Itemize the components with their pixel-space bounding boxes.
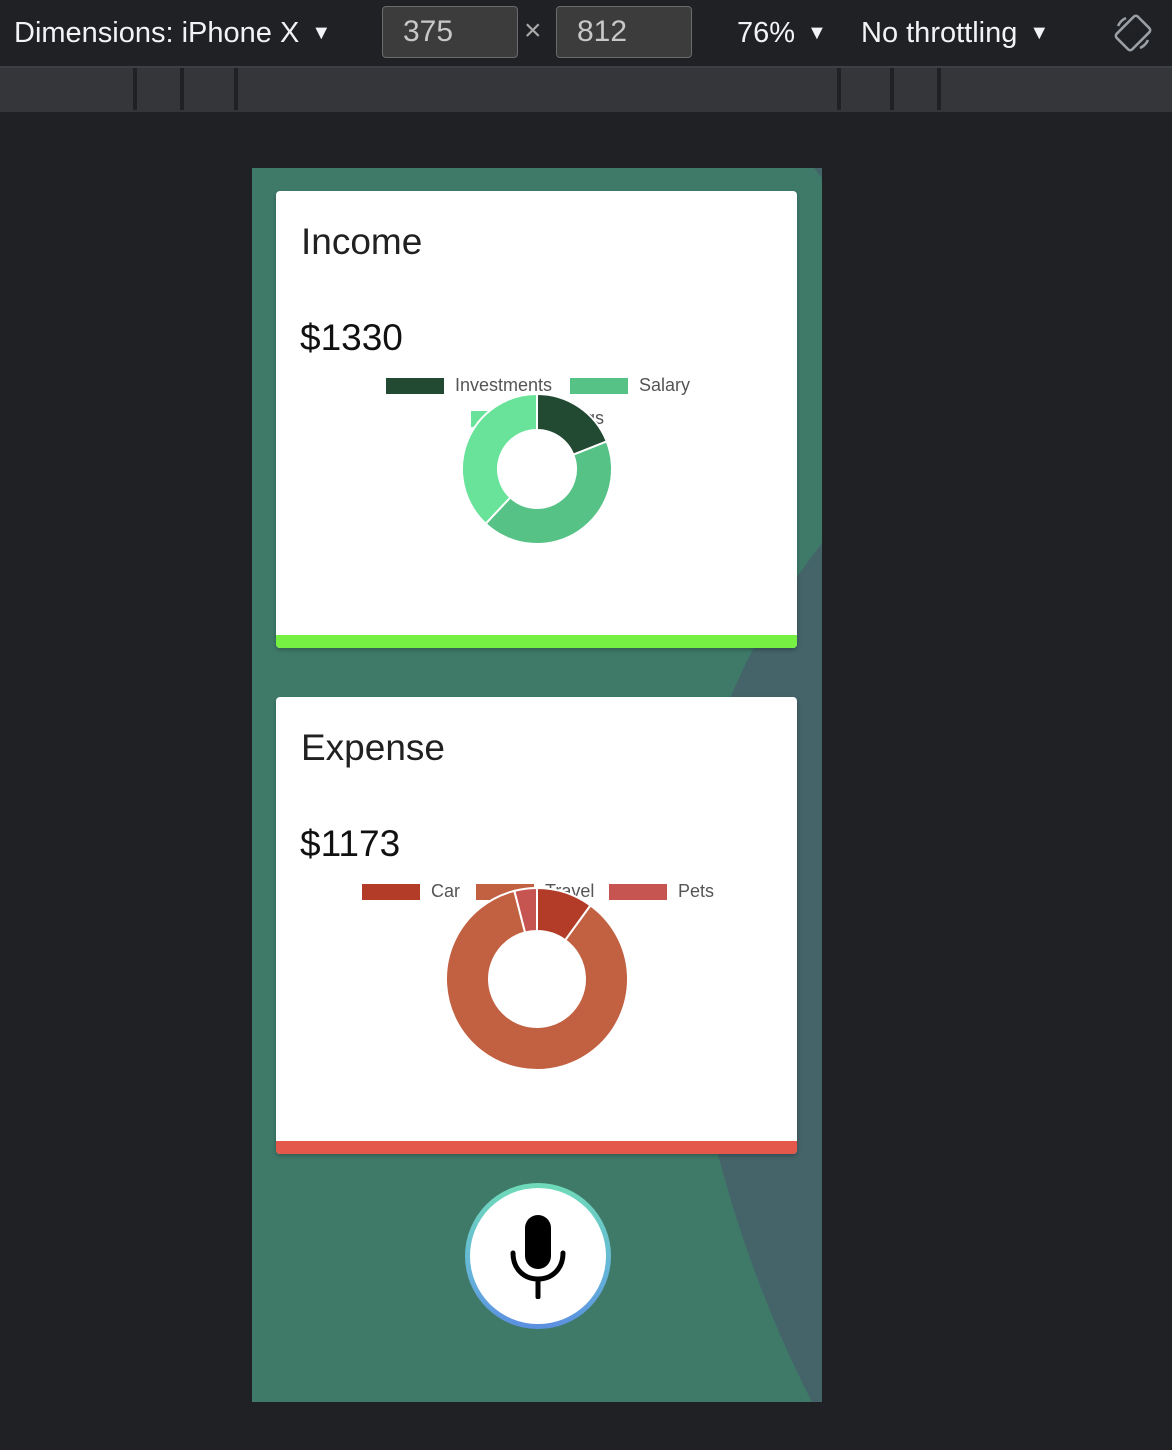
media-query-divider xyxy=(180,68,184,110)
devtools-toolbar: Dimensions: iPhone X ▼ 375 × 812 76% ▼ N… xyxy=(0,0,1172,68)
device-label: Dimensions: iPhone X xyxy=(14,16,300,49)
rotate-icon[interactable] xyxy=(1112,12,1154,54)
income-doughnut-chart xyxy=(461,392,613,545)
height-input[interactable]: 812 xyxy=(556,6,692,58)
zoom-dropdown[interactable]: 76% ▼ xyxy=(737,0,827,66)
caret-down-icon: ▼ xyxy=(807,21,827,44)
microphone-icon xyxy=(510,1215,566,1299)
income-card: Income $1330 Investments Salary Savings xyxy=(276,191,797,648)
media-query-bar xyxy=(0,68,1172,112)
doughnut-slice-savings[interactable] xyxy=(461,392,538,526)
zoom-label: 76% xyxy=(737,16,796,49)
media-query-divider xyxy=(937,68,941,110)
dimension-separator: × xyxy=(524,14,542,47)
microphone-button[interactable] xyxy=(465,1183,611,1329)
media-query-divider xyxy=(890,68,894,110)
device-viewport: Income $1330 Investments Salary Savings … xyxy=(252,168,822,1402)
microphone-button-face xyxy=(470,1188,606,1324)
caret-down-icon: ▼ xyxy=(311,21,332,44)
media-query-divider xyxy=(133,68,137,110)
expense-doughnut-chart xyxy=(445,886,629,1071)
throttling-label: No throttling xyxy=(861,16,1018,49)
caret-down-icon: ▼ xyxy=(1029,21,1050,44)
media-query-divider xyxy=(837,68,841,110)
media-query-divider xyxy=(234,68,238,110)
width-input[interactable]: 375 xyxy=(382,6,518,58)
throttling-dropdown[interactable]: No throttling ▼ xyxy=(861,0,1049,66)
device-dropdown[interactable]: Dimensions: iPhone X ▼ xyxy=(14,0,331,66)
expense-accent-bar xyxy=(276,1141,797,1154)
expense-card: Expense $1173 Car Travel Pets xyxy=(276,697,797,1154)
income-accent-bar xyxy=(276,635,797,648)
